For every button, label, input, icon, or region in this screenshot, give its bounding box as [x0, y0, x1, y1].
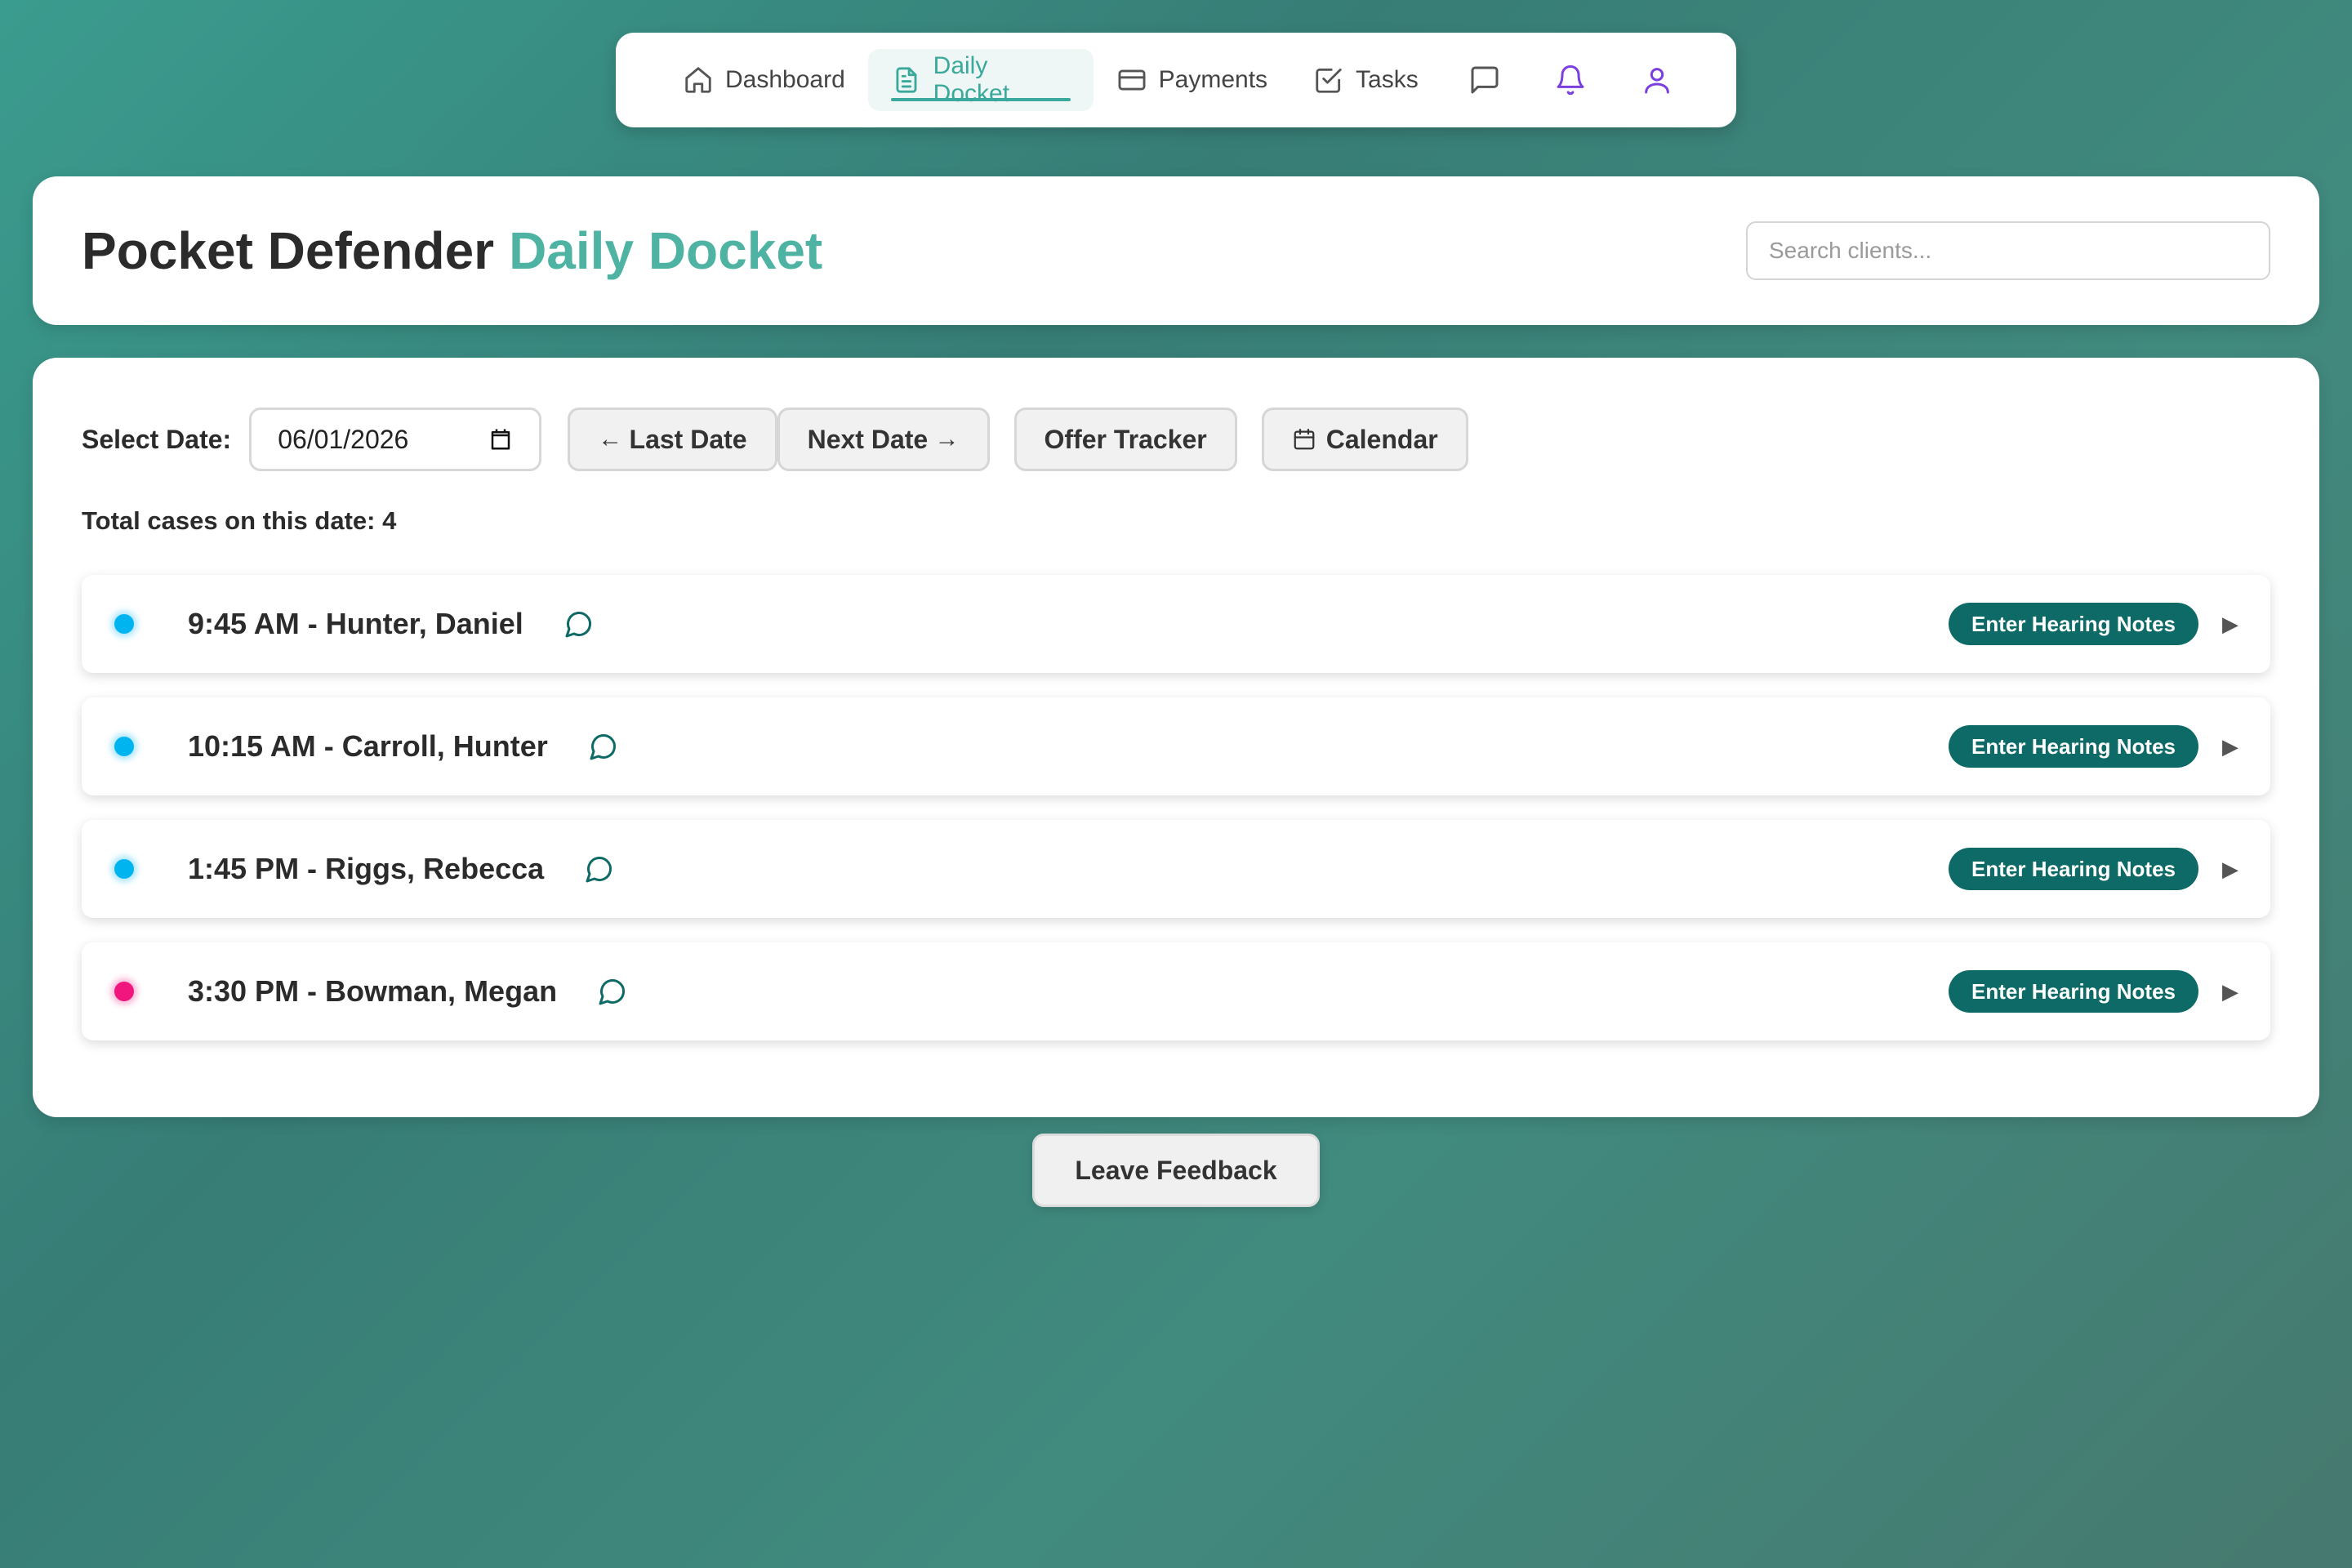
- chat-icon: [1471, 66, 1499, 94]
- leave-feedback-button[interactable]: Leave Feedback: [1032, 1134, 1320, 1207]
- select-date-label: Select Date:: [82, 424, 232, 454]
- status-dot: [114, 859, 134, 879]
- expand-triangle-icon[interactable]: ▶: [2218, 979, 2243, 1004]
- nav-notifications[interactable]: [1527, 49, 1614, 111]
- arrow-left-icon: ←: [598, 425, 630, 452]
- arrow-right-icon: →: [928, 425, 960, 452]
- document-icon: [896, 67, 917, 93]
- case-label: 1:45 PM - Riggs, Rebecca: [188, 852, 545, 885]
- enter-hearing-notes-button[interactable]: Enter Hearing Notes: [1949, 848, 2198, 890]
- message-circle-icon[interactable]: [589, 732, 618, 761]
- page-title-main: Pocket Defender: [82, 221, 495, 280]
- enter-hearing-notes-button[interactable]: Enter Hearing Notes: [1949, 725, 2198, 768]
- case-label: 3:30 PM - Bowman, Megan: [188, 974, 558, 1008]
- expand-triangle-icon[interactable]: ▶: [2218, 734, 2243, 760]
- case-label: 9:45 AM - Hunter, Daniel: [188, 607, 523, 640]
- nav-payments[interactable]: Payments: [1094, 49, 1290, 111]
- message-circle-icon[interactable]: [598, 977, 627, 1006]
- total-cases-text: Total cases on this date: 4: [82, 506, 397, 535]
- checkbox-icon: [1316, 68, 1342, 93]
- calendar-icon: [1294, 429, 1315, 450]
- case-row[interactable]: 10:15 AM - Carroll, Hunter Enter Hearing…: [82, 697, 2270, 795]
- home-icon: [685, 67, 711, 93]
- nav-tasks[interactable]: Tasks: [1290, 49, 1441, 111]
- message-circle-icon[interactable]: [564, 609, 594, 639]
- case-row[interactable]: 9:45 AM - Hunter, Daniel Enter Hearing N…: [82, 575, 2270, 673]
- case-row[interactable]: 3:30 PM - Bowman, Megan Enter Hearing No…: [82, 942, 2270, 1040]
- calendar-button[interactable]: Calendar: [1261, 408, 1468, 471]
- message-circle-icon[interactable]: [585, 854, 614, 884]
- nav-payments-label: Payments: [1158, 66, 1268, 93]
- nav-daily-docket-label: Daily Docket: [933, 52, 1010, 107]
- nav-profile[interactable]: [1614, 49, 1700, 111]
- offer-tracker-label: Offer Tracker: [1044, 424, 1207, 454]
- bell-icon: [1557, 65, 1584, 96]
- nav-dashboard-label: Dashboard: [725, 66, 845, 93]
- last-date-button[interactable]: ← Last Date: [568, 408, 777, 471]
- next-date-label: Next Date: [807, 424, 929, 454]
- nav-messages[interactable]: [1441, 49, 1528, 111]
- status-dot: [114, 614, 134, 634]
- enter-hearing-notes-button[interactable]: Enter Hearing Notes: [1949, 603, 2198, 645]
- offer-tracker-button[interactable]: Offer Tracker: [1013, 408, 1237, 471]
- credit-card-icon: [1118, 69, 1146, 91]
- expand-triangle-icon[interactable]: ▶: [2218, 857, 2243, 882]
- calendar-label: Calendar: [1325, 424, 1438, 454]
- enter-hearing-notes-button[interactable]: Enter Hearing Notes: [1949, 970, 2198, 1013]
- page-title-accent: Daily Docket: [509, 221, 823, 280]
- nav-tasks-label: Tasks: [1356, 66, 1419, 93]
- case-label: 10:15 AM - Carroll, Hunter: [188, 729, 548, 763]
- case-row[interactable]: 1:45 PM - Riggs, Rebecca Enter Hearing N…: [82, 820, 2270, 918]
- page-title: Pocket Defender Daily Docket: [82, 220, 822, 281]
- top-navigation: Dashboard Daily Docket Payments Tasks: [616, 33, 1736, 127]
- nav-daily-docket[interactable]: Daily Docket: [867, 49, 1094, 111]
- user-icon: [1645, 68, 1669, 94]
- status-dot: [114, 737, 134, 756]
- docket-card: Select Date: 06/01/2026 ← Last Date Next…: [33, 358, 2319, 1117]
- expand-triangle-icon[interactable]: ▶: [2218, 612, 2243, 637]
- status-dot: [114, 982, 134, 1001]
- nav-dashboard[interactable]: Dashboard: [660, 49, 868, 111]
- case-list: 9:45 AM - Hunter, Daniel Enter Hearing N…: [82, 575, 2270, 1040]
- calendar-picker-icon[interactable]: [488, 427, 513, 452]
- last-date-label: Last Date: [629, 424, 747, 454]
- header-card: Pocket Defender Daily Docket: [33, 176, 2319, 325]
- date-picker-value: 06/01/2026: [278, 424, 409, 454]
- next-date-button[interactable]: Next Date →: [777, 408, 990, 471]
- search-clients-input[interactable]: [1746, 221, 2270, 280]
- docket-toolbar: Select Date: 06/01/2026 ← Last Date Next…: [82, 407, 2270, 472]
- date-picker-input[interactable]: 06/01/2026: [249, 408, 542, 471]
